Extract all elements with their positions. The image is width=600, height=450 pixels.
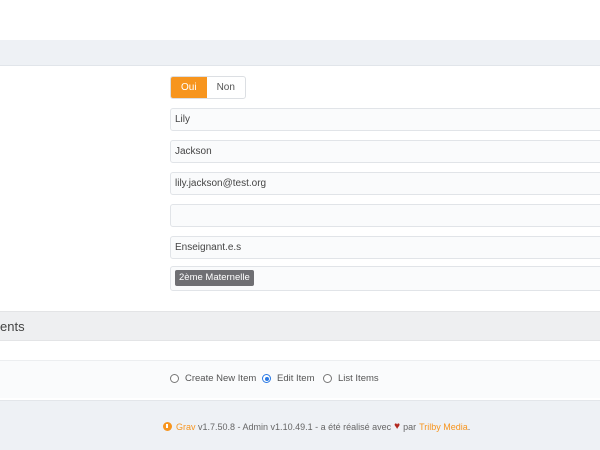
- trilby-media-link[interactable]: Trilby Media: [419, 422, 468, 432]
- top-area: [0, 0, 600, 40]
- section-header: ents: [0, 311, 600, 341]
- class-tag[interactable]: 2ème Maternelle: [175, 270, 254, 286]
- toggle-yes-button[interactable]: Oui: [171, 77, 207, 98]
- empty-field[interactable]: [170, 204, 600, 227]
- action-radio-row: Create New Item Edit Item List Items: [0, 360, 600, 398]
- par-text: par: [403, 421, 417, 432]
- version-text: v1.7.50.8 - Admin v1.10.49.1 - a été réa…: [195, 421, 392, 432]
- class-tags-field[interactable]: 2ème Maternelle: [170, 266, 600, 291]
- footer-credits: Grav v1.7.50.8 - Admin v1.10.49.1 - a ét…: [163, 421, 470, 432]
- radio-circle-list[interactable]: [323, 374, 332, 383]
- radio-label-list: List Items: [338, 373, 379, 384]
- radio-label-edit: Edit Item: [277, 373, 315, 384]
- radio-edit-item[interactable]: Edit Item: [262, 373, 315, 384]
- radio-create-new-item[interactable]: Create New Item: [170, 373, 256, 384]
- enabled-toggle: Oui Non: [170, 76, 246, 99]
- heart-icon: ♥: [394, 421, 401, 432]
- radio-list-items[interactable]: List Items: [323, 373, 379, 384]
- toggle-no-button[interactable]: Non: [207, 77, 245, 98]
- grav-logo-icon: [163, 422, 172, 431]
- first-name-field[interactable]: Lily: [170, 108, 600, 131]
- radio-circle-create[interactable]: [170, 374, 179, 383]
- last-name-field[interactable]: Jackson: [170, 140, 600, 163]
- role-field[interactable]: Enseignant.e.s: [170, 236, 600, 259]
- footer-period: .: [467, 421, 471, 432]
- grav-link[interactable]: Grav: [176, 422, 196, 432]
- radio-circle-edit[interactable]: [262, 374, 271, 383]
- email-field[interactable]: lily.jackson@test.org: [170, 172, 600, 195]
- sub-header-bar: [0, 40, 600, 66]
- radio-label-create: Create New Item: [185, 373, 257, 384]
- section-title: ents: [0, 319, 25, 334]
- footer: Grav v1.7.50.8 - Admin v1.10.49.1 - a ét…: [0, 400, 600, 450]
